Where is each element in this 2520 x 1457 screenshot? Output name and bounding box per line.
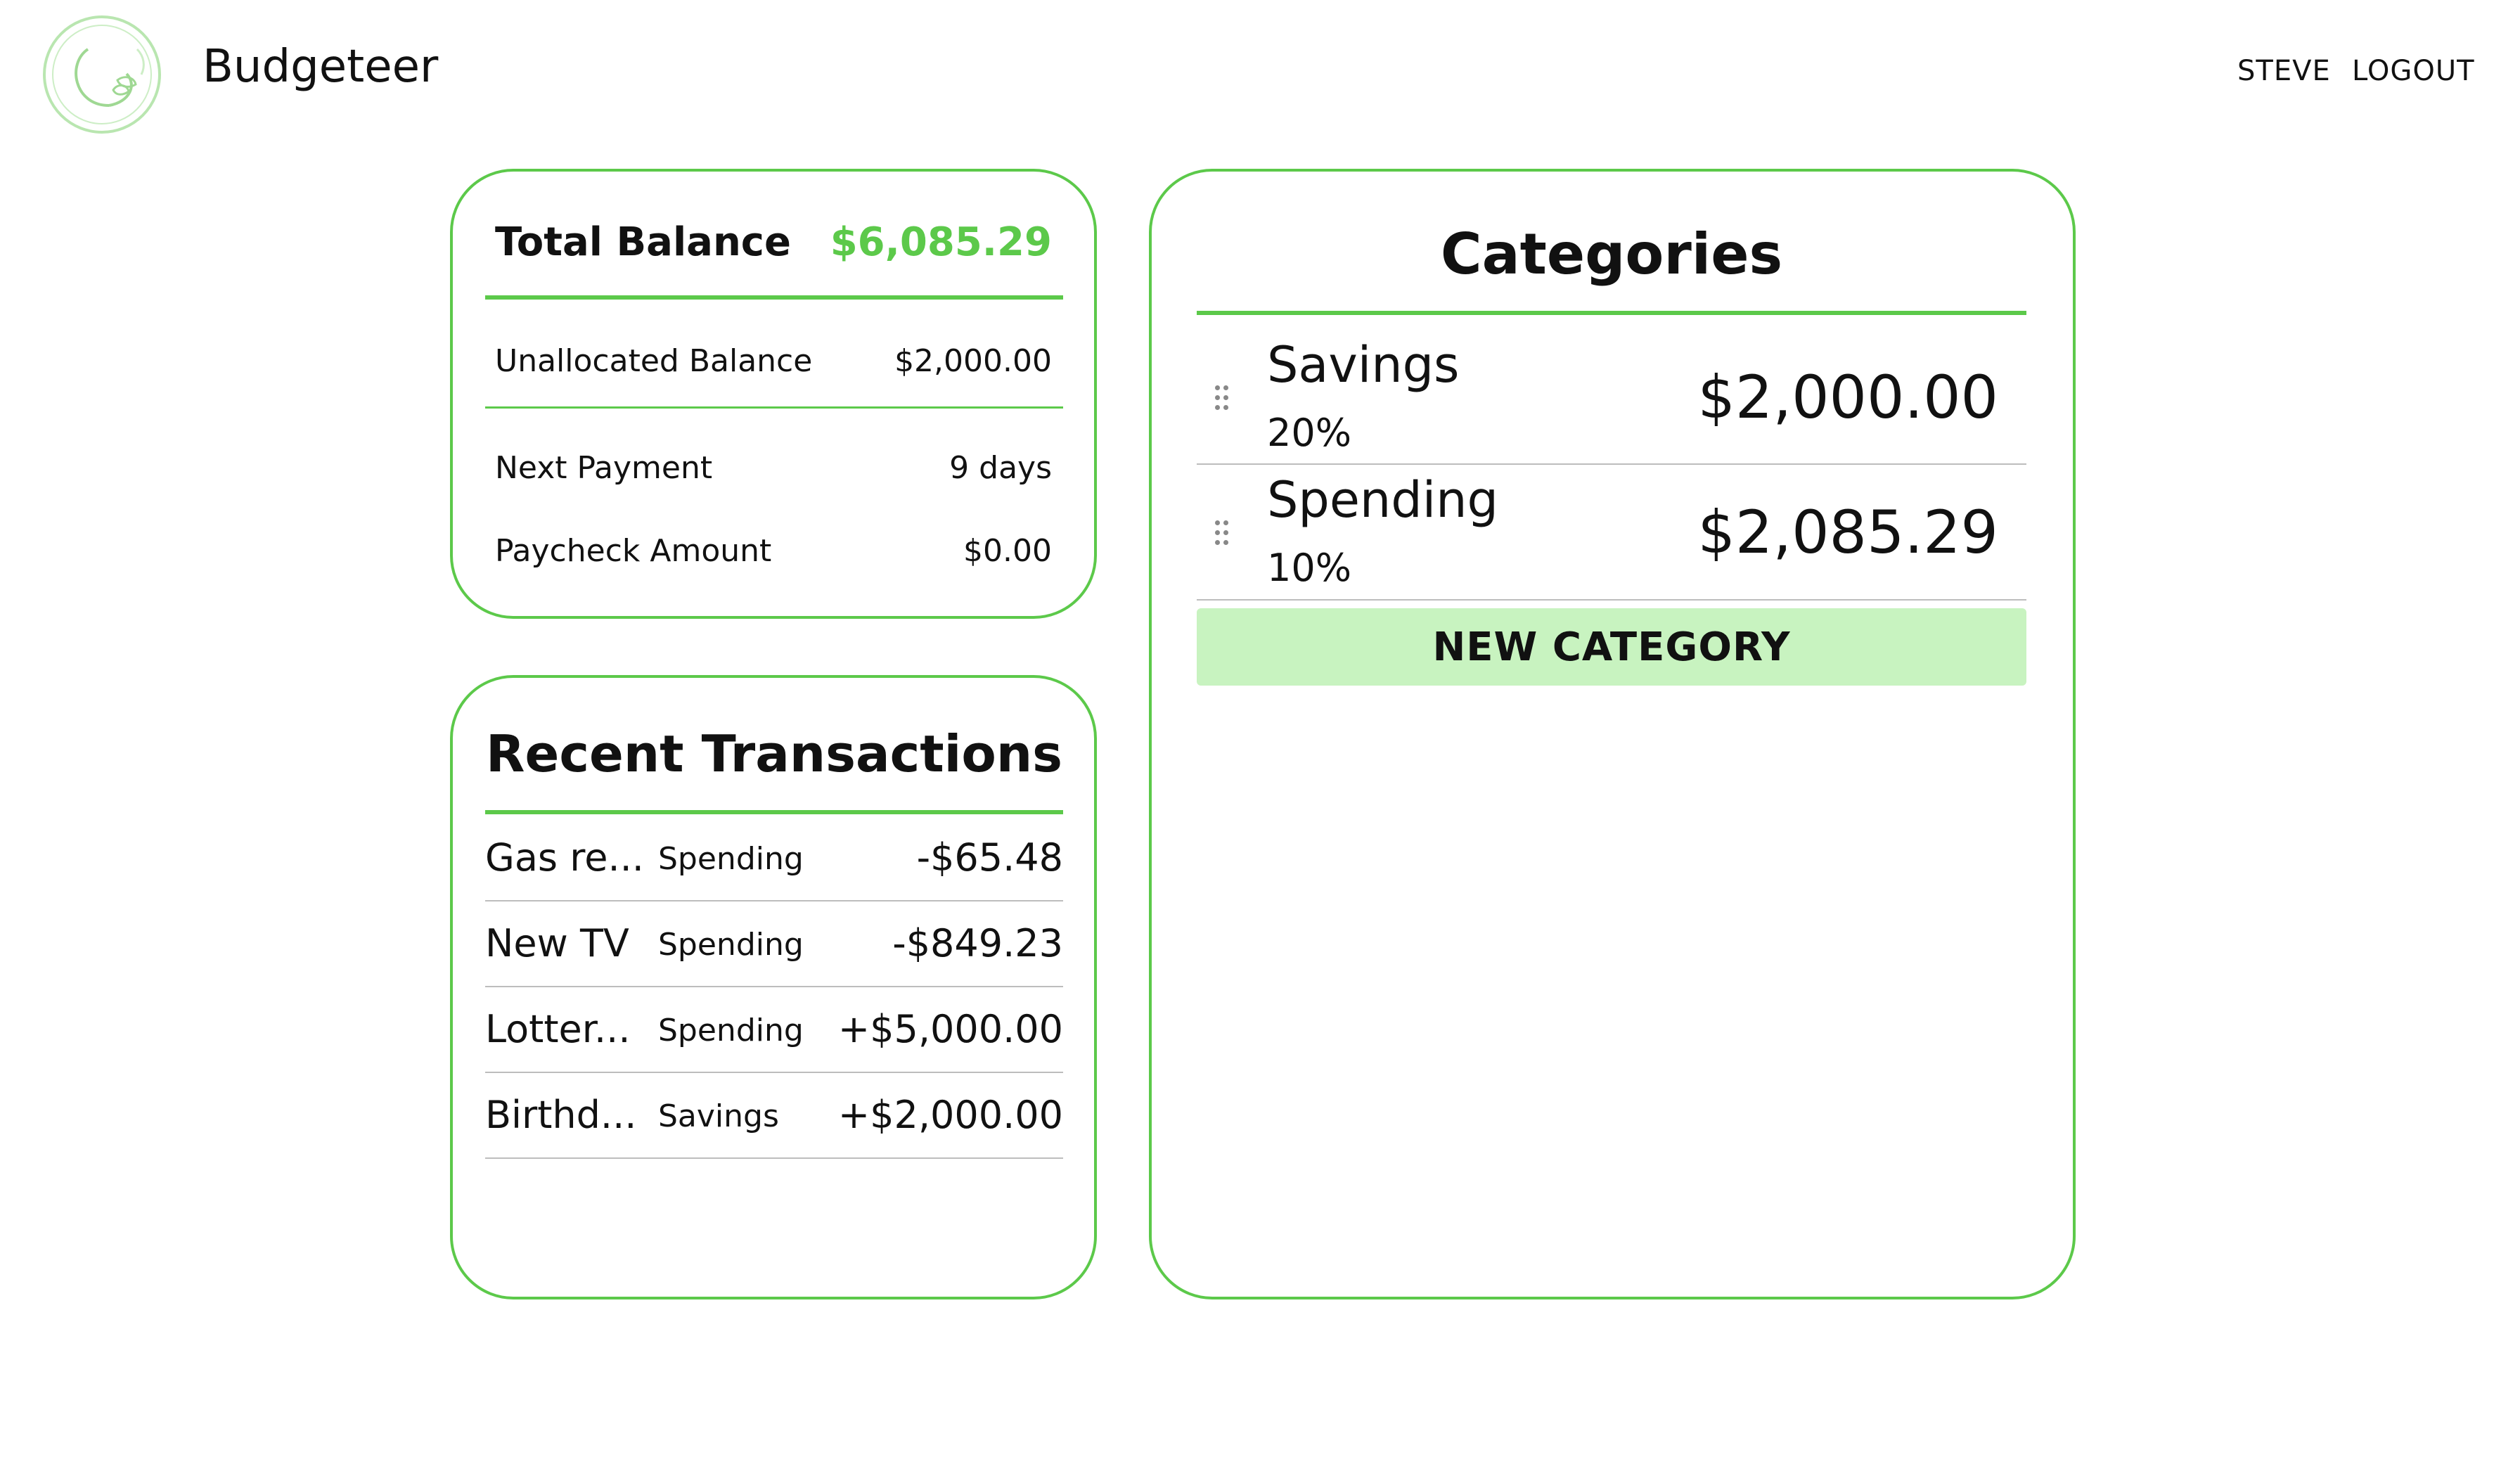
transaction-category: Spending	[658, 841, 804, 877]
category-amount: $2,000.00	[1697, 363, 1998, 432]
next-payment-label: Next Payment	[495, 450, 713, 486]
app-title[interactable]: Budgeteer	[202, 41, 438, 93]
transaction-name: New TV	[485, 921, 629, 965]
user-link[interactable]: STEVE	[2237, 55, 2331, 87]
row-divider	[485, 986, 1063, 987]
transaction-amount: -$65.48	[916, 835, 1063, 880]
next-payment-value: 9 days	[949, 450, 1052, 486]
category-percent: 20%	[1267, 411, 1352, 455]
transaction-category: Spending	[658, 1013, 804, 1048]
transaction-amount: +$5,000.00	[837, 1007, 1063, 1051]
drag-handle-icon[interactable]	[1215, 520, 1232, 548]
unallocated-balance-label: Unallocated Balance	[495, 343, 813, 379]
transaction-amount: +$2,000.00	[837, 1093, 1063, 1137]
categories-divider	[1197, 311, 2026, 315]
categories-title: Categories	[1440, 222, 1783, 287]
transaction-amount: -$849.23	[892, 921, 1063, 965]
transaction-category: Savings	[658, 1098, 779, 1134]
category-name: Spending	[1267, 471, 1498, 529]
transaction-name: Birthd...	[485, 1093, 637, 1137]
recent-transactions-title: Recent Transactions	[486, 724, 1062, 783]
logout-link[interactable]: LOGOUT	[2352, 55, 2475, 87]
total-balance-value: $6,085.29	[830, 219, 1052, 265]
category-amount: $2,085.29	[1697, 498, 1998, 567]
row-divider	[485, 1157, 1063, 1159]
transaction-category: Spending	[658, 927, 804, 963]
unallocated-divider	[485, 406, 1063, 409]
transaction-name: Lotter...	[485, 1007, 631, 1051]
category-percent: 10%	[1267, 546, 1352, 590]
budgeteer-logo-icon[interactable]	[39, 7, 165, 134]
paycheck-amount-label: Paycheck Amount	[495, 533, 772, 569]
balance-divider	[485, 295, 1063, 300]
new-category-button[interactable]: NEW CATEGORY	[1197, 608, 2026, 686]
drag-handle-icon[interactable]	[1215, 385, 1232, 413]
row-divider	[1197, 463, 2026, 465]
category-name: Savings	[1267, 336, 1460, 394]
row-divider	[485, 900, 1063, 901]
row-divider	[1197, 599, 2026, 601]
transaction-name: Gas re...	[485, 835, 644, 880]
unallocated-balance-value: $2,000.00	[894, 343, 1052, 379]
transactions-divider	[485, 810, 1063, 814]
total-balance-label: Total Balance	[495, 219, 791, 265]
paycheck-amount-value: $0.00	[963, 533, 1052, 569]
row-divider	[485, 1072, 1063, 1073]
